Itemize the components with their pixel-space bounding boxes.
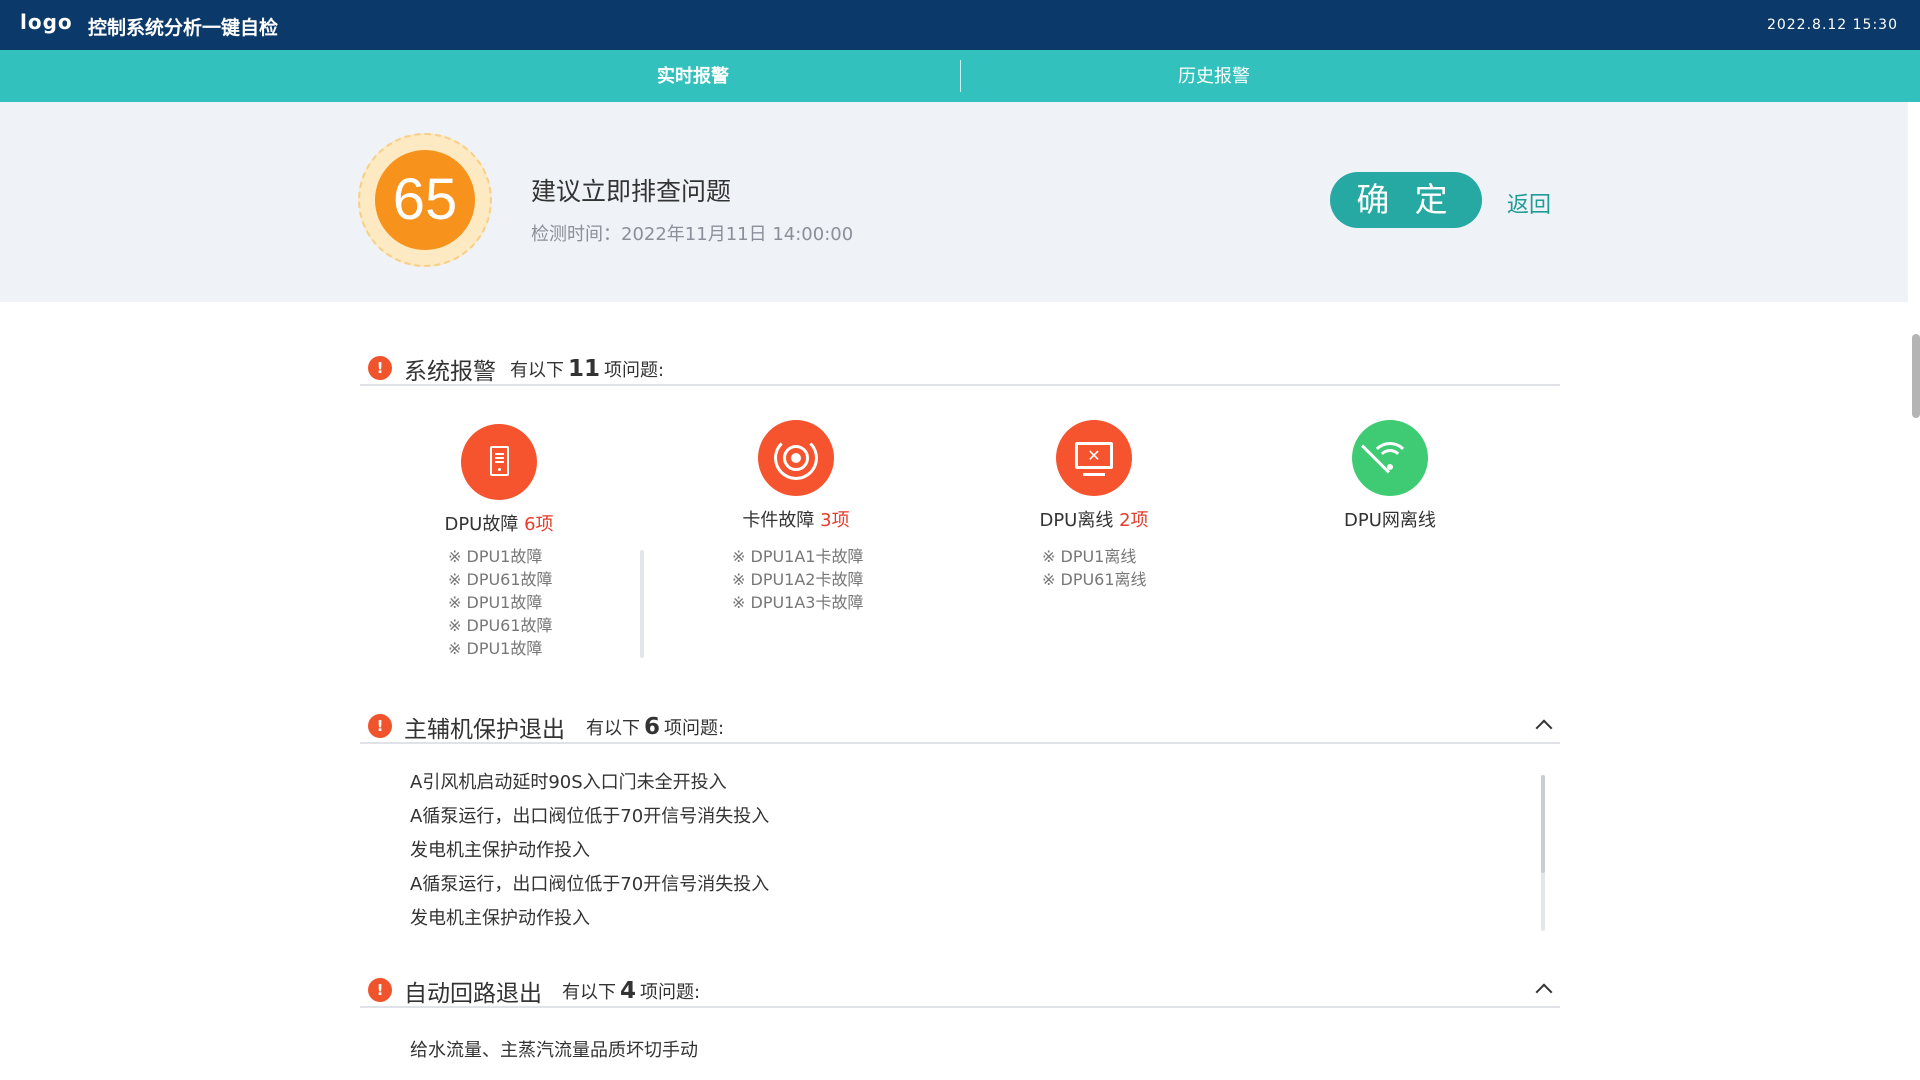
wifi-off-icon — [1352, 420, 1428, 496]
list-item: A循泵运行，出口阀位低于70开信号消失投入 — [410, 874, 770, 895]
device-icon — [461, 424, 537, 500]
app-title: 控制系统分析一键自检 — [88, 17, 279, 39]
card-fault-list: ※ DPU1A1卡故障 ※ DPU1A2卡故障 ※ DPU1A3卡故障 — [732, 545, 863, 614]
list-item: ※ DPU1A2卡故障 — [732, 570, 864, 589]
issue-count: 有以下 11 项问题: — [510, 356, 665, 382]
list-item: 发电机主保护动作投入 — [410, 840, 590, 861]
tab-bar: 实时报警 历史报警 — [0, 50, 1920, 102]
list-item: ※ DPU1离线 — [1042, 547, 1137, 566]
list-item: A引风机启动延时90S入口门未全开投入 — [410, 772, 727, 793]
app-logo: logo — [20, 10, 73, 34]
screen-offline-icon — [1056, 420, 1132, 496]
category-dpu-fault[interactable]: DPU故障 6项 — [379, 424, 619, 536]
target-icon — [758, 420, 834, 496]
section-title: 自动回路退出 — [404, 981, 542, 1007]
category-dpu-offline[interactable]: DPU离线 2项 — [974, 420, 1214, 532]
section-title: 主辅机保护退出 — [404, 717, 565, 743]
protection-exit-header: ! 主辅机保护退出 有以下 6 项问题: — [360, 710, 1560, 744]
warning-icon: ! — [368, 714, 392, 738]
list-item: ※ DPU1故障 — [448, 593, 543, 612]
section-title: 系统报警 — [404, 359, 496, 385]
tab-realtime-alarm[interactable]: 实时报警 — [543, 50, 843, 102]
confirm-button[interactable]: 确 定 — [1330, 172, 1482, 228]
top-header: logo 控制系统分析一键自检 2022.8.12 15:30 — [0, 0, 1920, 50]
check-time: 检测时间：2022年11月11日 14:00:00 — [531, 224, 854, 245]
score-ring: 65 — [358, 133, 492, 267]
back-link[interactable]: 返回 — [1507, 187, 1551, 219]
warning-icon: ! — [368, 978, 392, 1002]
list-item: ※ DPU61离线 — [1042, 570, 1147, 589]
list-item: A循泵运行，出口阀位低于70开信号消失投入 — [410, 806, 770, 827]
category-label: DPU故障 6项 — [444, 514, 554, 535]
page-scrollbar-thumb[interactable] — [1912, 334, 1920, 418]
list-item: 发电机主保护动作投入 — [410, 908, 590, 929]
protection-exit-list-scrollbar[interactable] — [1541, 775, 1545, 931]
chevron-up-icon[interactable] — [1535, 983, 1553, 1001]
category-dpu-network-offline[interactable]: DPU网离线 — [1270, 420, 1510, 532]
system-alarm-header: ! 系统报警 有以下 11 项问题: — [360, 352, 1560, 386]
protection-exit-list: A引风机启动延时90S入口门未全开投入 A循泵运行，出口阀位低于70开信号消失投… — [410, 766, 769, 936]
verdict-text: 建议立即排查问题 — [531, 177, 732, 206]
list-item: ※ DPU1故障 — [448, 639, 543, 658]
summary-panel — [0, 102, 1908, 302]
current-datetime: 2022.8.12 15:30 — [1766, 17, 1898, 33]
list-item: ※ DPU1A1卡故障 — [732, 547, 864, 566]
issue-count: 有以下 4 项问题: — [562, 978, 701, 1004]
list-item: ※ DPU61故障 — [448, 570, 553, 589]
dpu-fault-list: ※ DPU1故障 ※ DPU61故障 ※ DPU1故障 ※ DPU61故障 ※ … — [448, 545, 553, 660]
dpu-offline-list: ※ DPU1离线 ※ DPU61离线 — [1042, 545, 1147, 591]
score-value: 65 — [375, 150, 475, 250]
list-item: ※ DPU1故障 — [448, 547, 543, 566]
auto-loop-exit-header: ! 自动回路退出 有以下 4 项问题: — [360, 974, 1560, 1008]
list-item: 给水流量、主蒸汽流量品质坏切手动 — [410, 1040, 698, 1061]
list-item: ※ DPU61故障 — [448, 616, 553, 635]
warning-icon: ! — [368, 356, 392, 380]
scrollbar-thumb[interactable] — [1541, 775, 1545, 873]
tab-divider — [960, 60, 961, 92]
list-item: ※ DPU1A3卡故障 — [732, 593, 864, 612]
page-scrollbar[interactable] — [1908, 302, 1920, 1080]
issue-count: 有以下 6 项问题: — [586, 714, 725, 740]
dpu-fault-list-scrollbar[interactable] — [640, 550, 644, 658]
category-label: DPU离线 2项 — [1039, 510, 1149, 531]
category-label: DPU网离线 — [1344, 510, 1436, 531]
category-label: 卡件故障 3项 — [742, 510, 850, 531]
auto-loop-exit-list: 给水流量、主蒸汽流量品质坏切手动 — [410, 1034, 698, 1068]
category-card-fault[interactable]: 卡件故障 3项 — [676, 420, 916, 532]
chevron-up-icon[interactable] — [1535, 719, 1553, 737]
tab-history-alarm[interactable]: 历史报警 — [1064, 50, 1364, 102]
